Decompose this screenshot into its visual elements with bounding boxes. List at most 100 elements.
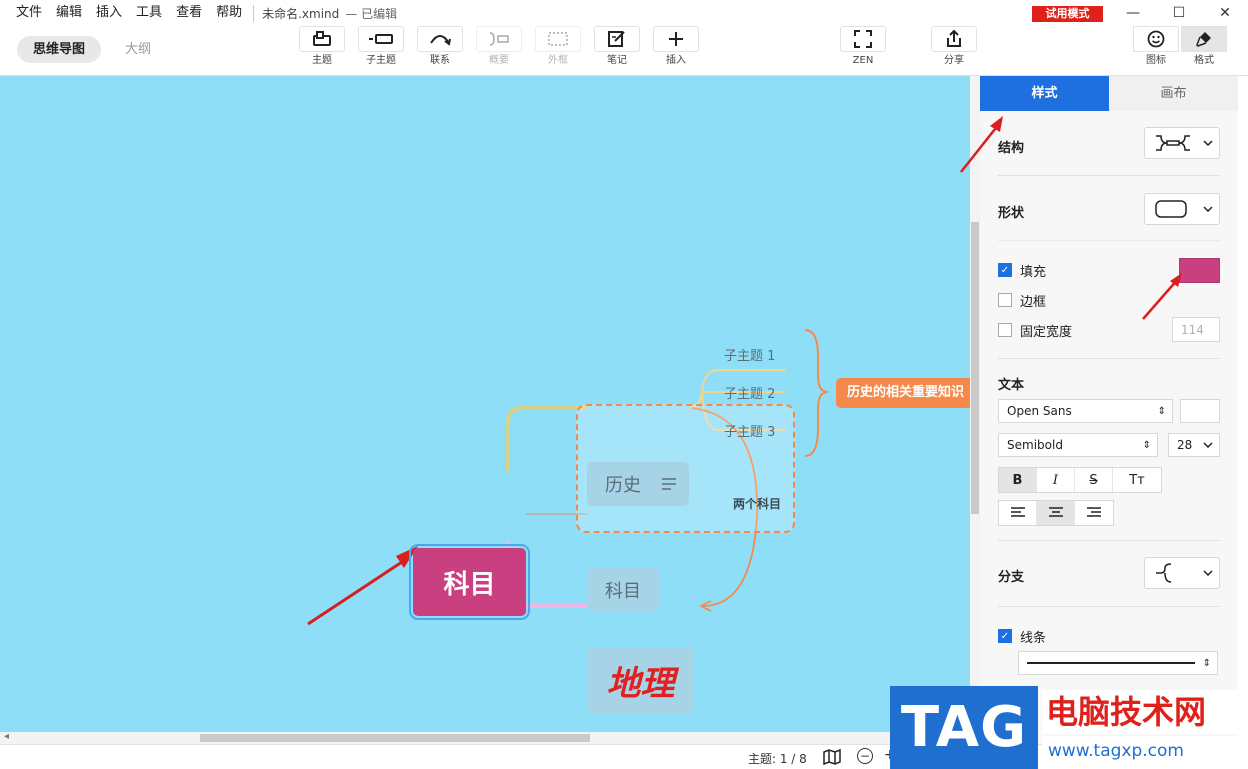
fill-checkbox[interactable]: ✓: [998, 263, 1012, 277]
topic-subject[interactable]: 科目: [587, 568, 659, 611]
menu-edit[interactable]: 编辑: [49, 1, 89, 25]
vertical-scroll-thumb[interactable]: [971, 222, 979, 514]
outline-mode-button[interactable]: 大纲: [109, 36, 167, 63]
font-family-select[interactable]: Open Sans ⇕: [998, 399, 1173, 423]
branch-style-icon: [1156, 563, 1172, 583]
map-icon[interactable]: [823, 748, 841, 768]
line-checkbox[interactable]: ✓: [998, 629, 1012, 643]
topic-history-label: 历史: [605, 475, 641, 496]
topic-icon: [313, 31, 331, 46]
subtopic-2[interactable]: 子主题 2: [724, 383, 775, 402]
format-panel: 样式 画布 结构 形状 ✓ 填充 边框 固定宽度 114 文本 Open San…: [980, 76, 1238, 744]
menu-file[interactable]: 文件: [0, 1, 49, 25]
strikethrough-button[interactable]: S: [1075, 468, 1113, 492]
maximize-button[interactable]: ☐: [1156, 0, 1202, 26]
font-weight-value: Semibold: [1007, 438, 1063, 452]
relationship-icon: [430, 35, 451, 46]
share-button[interactable]: 分享: [930, 26, 978, 68]
shape-section: 形状: [998, 176, 1220, 241]
smiley-icon: [1147, 30, 1165, 48]
branch-section: 分支: [998, 541, 1220, 607]
branch-lines: [307, 329, 829, 626]
text-section: 文本 Open Sans ⇕ Semibold ⇕ 28 B I S Tт: [998, 359, 1220, 541]
insert-label: 插入: [666, 55, 686, 66]
align-center-button[interactable]: [1037, 501, 1075, 525]
line-style-select[interactable]: ⇕: [1018, 651, 1218, 675]
icon-panel-button[interactable]: 图标: [1132, 26, 1180, 68]
mindmap-mode-button[interactable]: 思维导图: [17, 36, 102, 63]
structure-section: 结构: [998, 111, 1220, 176]
branch-dropdown[interactable]: [1144, 557, 1220, 589]
menu-insert[interactable]: 插入: [89, 1, 129, 25]
structure-icon: [1156, 135, 1190, 151]
subtopic-button[interactable]: 子主题: [357, 26, 405, 68]
tab-style[interactable]: 样式: [980, 76, 1109, 111]
structure-dropdown[interactable]: [1144, 127, 1220, 159]
subtopic-label: 子主题: [366, 55, 396, 66]
horizontal-scroll-thumb[interactable]: [200, 734, 590, 742]
minimize-button[interactable]: —: [1110, 0, 1156, 26]
boundary-label: 外框: [548, 55, 568, 66]
summary-label: 概要: [489, 55, 509, 66]
panel-tabs: 样式 画布: [980, 76, 1238, 111]
font-size-select[interactable]: 28: [1168, 433, 1220, 457]
fixed-width-checkbox[interactable]: [998, 323, 1012, 337]
relationship-button[interactable]: 联系: [416, 26, 464, 68]
bold-button[interactable]: B: [999, 468, 1037, 492]
plus-icon: [669, 32, 683, 46]
topic-geography[interactable]: 地理: [587, 647, 694, 713]
subtopic-1[interactable]: 子主题 1: [724, 345, 775, 364]
solid-line-icon: [1027, 662, 1195, 664]
font-color-swatch[interactable]: [1180, 399, 1220, 423]
topic-button[interactable]: 主题: [298, 26, 346, 68]
format-panel-button[interactable]: 格式: [1180, 26, 1228, 68]
note-button[interactable]: 笔记: [593, 26, 641, 68]
fullscreen-icon: [854, 30, 872, 48]
trial-mode-badge[interactable]: 试用模式: [1032, 6, 1103, 22]
subtopic-3[interactable]: 子主题 3: [724, 421, 775, 440]
share-icon: [947, 30, 961, 47]
font-weight-select[interactable]: Semibold ⇕: [998, 433, 1158, 457]
document-title: 未命名.xmind: [253, 4, 339, 22]
border-checkbox[interactable]: [998, 293, 1012, 307]
share-label: 分享: [944, 55, 964, 66]
format-brush-icon: [1196, 32, 1211, 47]
view-mode-switch: 思维导图 大纲: [17, 36, 167, 63]
insert-button[interactable]: 插入: [652, 26, 700, 68]
relationship-label[interactable]: 两个科目: [733, 495, 781, 512]
italic-button[interactable]: I: [1037, 468, 1075, 492]
summary-topic[interactable]: 历史的相关重要知识: [836, 378, 970, 408]
summary-icon: [489, 32, 509, 46]
notes-icon[interactable]: [661, 474, 677, 495]
text-align-buttons: [998, 500, 1114, 526]
zen-button[interactable]: ZEN: [839, 26, 887, 68]
central-topic[interactable]: 科目: [409, 544, 530, 620]
summary-button[interactable]: 概要: [475, 26, 523, 68]
font-family-value: Open Sans: [1007, 404, 1072, 418]
shape-label: 形状: [998, 206, 1025, 221]
topic-history[interactable]: 历史: [587, 462, 689, 506]
watermark: TAG 电脑技术网 www.tagxp.com: [890, 686, 1248, 769]
align-left-button[interactable]: [999, 501, 1037, 525]
relationship-label: 联系: [430, 55, 450, 66]
text-case-button[interactable]: Tт: [1113, 468, 1161, 492]
updown-icon: ⇕: [1157, 405, 1166, 417]
mindmap-canvas[interactable]: 科目 历史 科目 地理 子主题 1 子主题 2 子主题 3 历史的相关重要知识 …: [0, 76, 970, 732]
horizontal-scrollbar[interactable]: ◂: [0, 731, 980, 744]
shape-dropdown[interactable]: [1144, 193, 1220, 225]
line-label: 线条: [1020, 630, 1047, 646]
note-label: 笔记: [607, 55, 627, 66]
menu-help[interactable]: 帮助: [209, 1, 249, 25]
close-button[interactable]: ✕: [1202, 0, 1248, 26]
menu-view[interactable]: 查看: [169, 1, 209, 25]
panel-scrollbar[interactable]: [1238, 76, 1248, 744]
document-status: — 已编辑: [345, 6, 398, 21]
align-right-button[interactable]: [1075, 501, 1113, 525]
menu-tools[interactable]: 工具: [129, 1, 169, 25]
text-label: 文本: [998, 378, 1025, 393]
scroll-left-icon[interactable]: ◂: [4, 731, 9, 742]
boundary-button[interactable]: 外框: [534, 26, 582, 68]
tab-canvas[interactable]: 画布: [1109, 76, 1238, 111]
note-icon: [608, 31, 625, 47]
zoom-out-button[interactable]: −: [857, 748, 873, 764]
